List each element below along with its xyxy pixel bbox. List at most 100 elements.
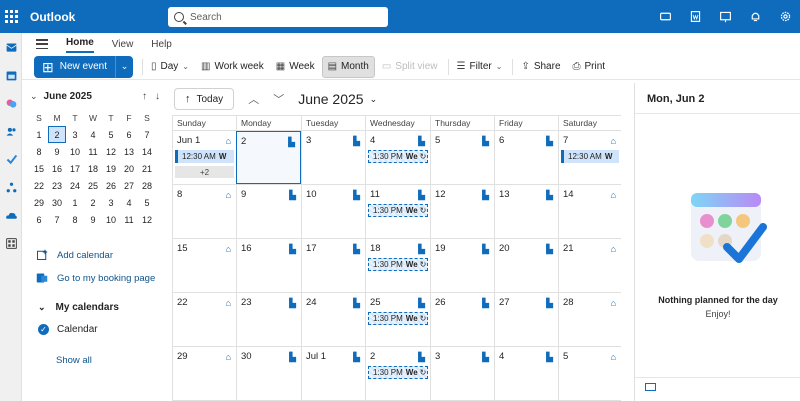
home-work-location-icon[interactable]: ⌂ <box>611 352 616 362</box>
day-cell[interactable]: 16 ▙ <box>236 239 301 292</box>
office-work-location-icon[interactable]: ▙ <box>546 136 553 147</box>
office-work-location-icon[interactable]: ▙ <box>418 136 425 147</box>
mini-calendar-day[interactable]: 19 <box>102 160 120 177</box>
home-work-location-icon[interactable]: ⌂ <box>226 190 231 200</box>
mail-icon[interactable] <box>0 33 22 61</box>
bell-icon[interactable] <box>740 0 770 33</box>
add-calendar-link[interactable]: Add calendar <box>36 249 113 261</box>
new-event-dropdown-icon[interactable]: ⌄ <box>114 55 133 78</box>
mini-calendar-day[interactable]: 8 <box>30 143 48 160</box>
app-launcher-icon[interactable] <box>0 0 22 33</box>
day-cell[interactable]: 5 ▙ <box>430 131 494 184</box>
day-cell[interactable]: 30 ▙ <box>236 347 301 400</box>
day-cell[interactable]: 28 ⌂ <box>558 293 621 346</box>
mini-calendar-day[interactable]: 14 <box>138 143 156 160</box>
print-button[interactable]: ⎙ Print <box>568 56 611 78</box>
day-cell[interactable]: 21 ⌂ <box>558 239 621 292</box>
office-work-location-icon[interactable]: ▙ <box>418 298 425 309</box>
day-cell[interactable]: 2 ▙ 1:30 PM We ↻ <box>365 347 430 400</box>
whiteboard-icon[interactable] <box>710 0 740 33</box>
office-work-location-icon[interactable]: ▙ <box>482 298 489 309</box>
mini-calendar-day[interactable]: 6 <box>120 126 138 143</box>
office-work-location-icon[interactable]: ▙ <box>288 137 295 148</box>
office-work-location-icon[interactable]: ▙ <box>353 136 360 147</box>
office-work-location-icon[interactable]: ▙ <box>546 190 553 201</box>
home-work-location-icon[interactable]: ⌂ <box>611 244 616 254</box>
recurring-event[interactable]: 1:30 PM We ↻ <box>368 258 428 271</box>
mini-calendar-day[interactable]: 3 <box>102 194 120 211</box>
mini-calendar-day[interactable]: 29 <box>30 194 48 211</box>
home-work-location-icon[interactable]: ⌂ <box>226 298 231 308</box>
day-cell[interactable]: 6 ▙ <box>494 131 558 184</box>
office-work-location-icon[interactable]: ▙ <box>418 244 425 255</box>
day-cell[interactable]: 3 ▙ <box>301 131 365 184</box>
day-cell[interactable]: 4 ▙ 1:30 PM We ↻ <box>365 131 430 184</box>
arrow-up-icon[interactable]: ↑ <box>142 91 147 102</box>
mini-calendar-day[interactable]: 15 <box>30 160 48 177</box>
week-button[interactable]: ▦ Week <box>271 56 320 78</box>
office-work-location-icon[interactable]: ▙ <box>482 352 489 363</box>
office-work-location-icon[interactable]: ▙ <box>353 190 360 201</box>
mini-calendar-day[interactable]: 8 <box>66 211 84 228</box>
day-cell[interactable]: 11 ▙ 1:30 PM We ↻ <box>365 185 430 238</box>
office-work-location-icon[interactable]: ▙ <box>289 298 296 309</box>
home-work-location-icon[interactable]: ⌂ <box>611 298 616 308</box>
mini-calendar-day[interactable]: 13 <box>120 143 138 160</box>
people-icon[interactable] <box>0 117 22 145</box>
todo-icon[interactable] <box>0 145 22 173</box>
month-button[interactable]: ▤ Month <box>321 55 375 78</box>
home-work-location-icon[interactable]: ⌂ <box>611 190 616 200</box>
hamburger-menu-icon[interactable] <box>36 39 48 49</box>
day-cell[interactable]: 10 ▙ <box>301 185 365 238</box>
day-cell[interactable]: 19 ▙ <box>430 239 494 292</box>
mini-calendar-day[interactable]: 25 <box>84 177 102 194</box>
mini-calendar-day[interactable]: 28 <box>138 177 156 194</box>
org-explorer-icon[interactable] <box>0 173 22 201</box>
office-work-location-icon[interactable]: ▙ <box>482 244 489 255</box>
mini-calendar-day[interactable]: 16 <box>48 160 66 177</box>
office-work-location-icon[interactable]: ▙ <box>482 136 489 147</box>
office-work-location-icon[interactable]: ▙ <box>289 244 296 255</box>
onedrive-icon[interactable] <box>0 201 22 229</box>
tab-view[interactable]: View <box>112 39 134 53</box>
today-button[interactable]: ↑ Today <box>174 88 235 110</box>
mini-calendar-day[interactable]: 12 <box>102 143 120 160</box>
chevron-down-icon[interactable]: ⌄ <box>182 62 189 71</box>
day-cell[interactable]: 3 ▙ <box>430 347 494 400</box>
word-icon[interactable] <box>680 0 710 33</box>
next-month-icon[interactable]: ﹀ <box>273 91 284 107</box>
day-pane-toggle-icon[interactable] <box>645 383 656 391</box>
day-cell[interactable]: 15 ⌂ <box>172 239 236 292</box>
mini-calendar-day[interactable]: 18 <box>84 160 102 177</box>
previous-month-icon[interactable]: ︿ <box>248 91 259 107</box>
office-work-location-icon[interactable]: ▙ <box>418 190 425 201</box>
home-work-location-icon[interactable]: ⌂ <box>226 244 231 254</box>
mini-calendar-day[interactable]: 22 <box>30 177 48 194</box>
arrow-down-icon[interactable]: ↓ <box>155 91 160 102</box>
office-work-location-icon[interactable]: ▙ <box>546 298 553 309</box>
mini-calendar-day[interactable]: 5 <box>138 194 156 211</box>
mini-calendar-day[interactable]: 2 <box>48 126 66 143</box>
mini-calendar-day[interactable]: 27 <box>120 177 138 194</box>
recurring-event[interactable]: 1:30 PM We ↻ <box>368 366 428 379</box>
mini-calendar-day[interactable]: 30 <box>48 194 66 211</box>
chevron-down-icon[interactable]: ⌄ <box>30 91 38 102</box>
mini-calendar-day[interactable]: 23 <box>48 177 66 194</box>
mini-calendar-day[interactable]: 7 <box>48 211 66 228</box>
tab-help[interactable]: Help <box>151 39 172 53</box>
mini-calendar-day[interactable]: 9 <box>48 143 66 160</box>
day-cell[interactable]: 4 ▙ <box>494 347 558 400</box>
show-all-link[interactable]: Show all <box>56 355 92 366</box>
day-cell[interactable]: Jul 1 ▙ <box>301 347 365 400</box>
search-input[interactable]: Search <box>168 7 388 27</box>
my-calendars-header[interactable]: ⌄ My calendars <box>38 302 119 313</box>
office-work-location-icon[interactable]: ▙ <box>418 352 425 363</box>
calendar-list-item[interactable]: ✓ Calendar <box>38 324 98 335</box>
office-work-location-icon[interactable]: ▙ <box>289 352 296 363</box>
share-button[interactable]: ⇪ Share <box>516 56 565 78</box>
mini-calendar-day[interactable]: 17 <box>66 160 84 177</box>
office-work-location-icon[interactable]: ▙ <box>482 190 489 201</box>
mini-calendar-day[interactable]: 5 <box>102 126 120 143</box>
gear-icon[interactable] <box>770 0 800 33</box>
meet-now-icon[interactable] <box>650 0 680 33</box>
